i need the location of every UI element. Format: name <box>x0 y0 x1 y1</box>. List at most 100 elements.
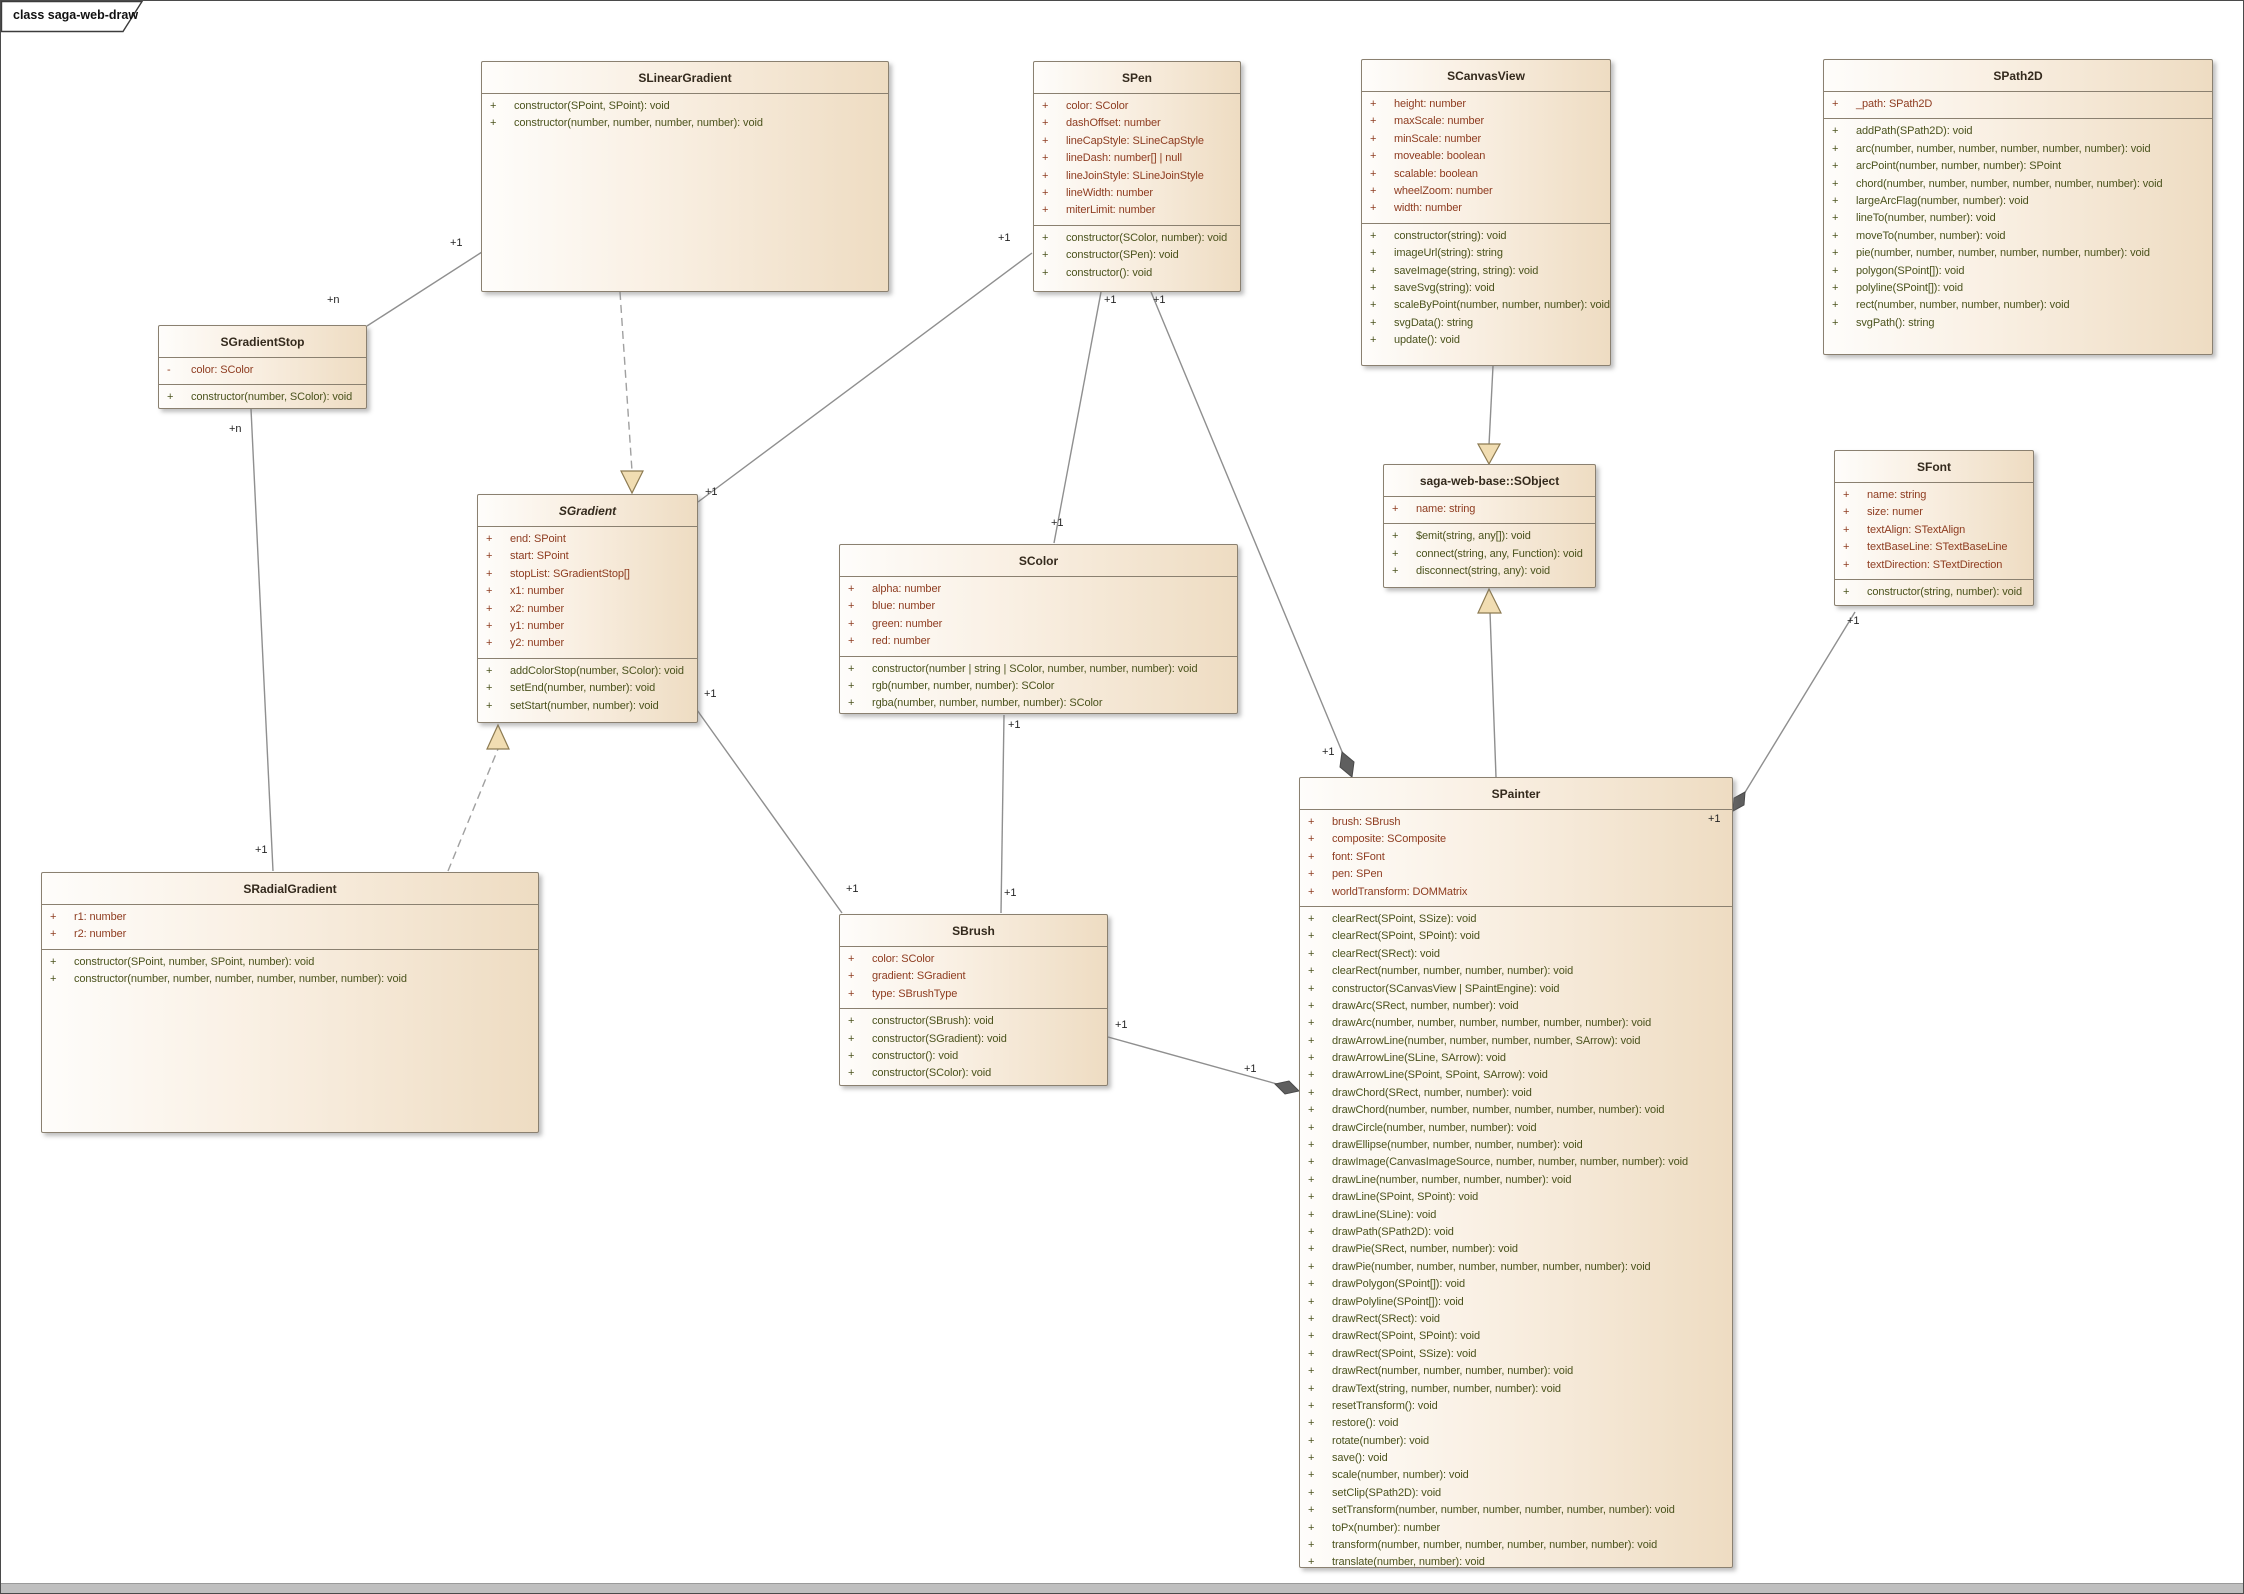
method-row: +transform(number, number, number, numbe… <box>1300 1537 1732 1554</box>
attribute-row: +size: numer <box>1835 504 2033 521</box>
methods-compartment: +clearRect(SPoint, SSize): void+clearRec… <box>1300 907 1732 1568</box>
visibility-sign: + <box>1034 247 1066 264</box>
method-row: +constructor(number, number, number, num… <box>482 115 888 132</box>
attribute-row: +name: string <box>1835 487 2033 504</box>
method-text: drawLine(SLine): void <box>1332 1207 1436 1224</box>
visibility-sign: + <box>1300 1085 1332 1102</box>
method-text: transform(number, number, number, number… <box>1332 1537 1657 1554</box>
method-row: +clearRect(SPoint, SPoint): void <box>1300 928 1732 945</box>
visibility-sign: + <box>1362 166 1394 183</box>
method-text: drawImage(CanvasImageSource, number, num… <box>1332 1154 1688 1171</box>
attribute-row: +lineDash: number[] | null <box>1034 150 1240 167</box>
class-SGradientStop[interactable]: SGradientStop-color: SColor+constructor(… <box>158 325 367 409</box>
method-text: saveImage(string, string): void <box>1394 263 1538 280</box>
visibility-sign: + <box>159 389 191 406</box>
methods-compartment: +constructor(SPoint, number, SPoint, num… <box>42 950 538 1132</box>
visibility-sign: + <box>1300 1328 1332 1345</box>
method-text: drawArc(SRect, number, number): void <box>1332 998 1519 1015</box>
attribute-row: +type: SBrushType <box>840 986 1107 1003</box>
attribute-text: lineWidth: number <box>1066 185 1153 202</box>
visibility-sign: + <box>1362 332 1394 349</box>
method-text: clearRect(number, number, number, number… <box>1332 963 1573 980</box>
generalization-dashed-line <box>620 292 632 471</box>
visibility-sign: + <box>1300 1450 1332 1467</box>
method-row: +save(): void <box>1300 1450 1732 1467</box>
attributes-compartment: +name: string <box>1384 497 1595 524</box>
method-row: +constructor(SPoint, number, SPoint, num… <box>42 954 538 971</box>
method-text: rgb(number, number, number): SColor <box>872 678 1054 695</box>
methods-compartment: +constructor(SBrush): void+constructor(S… <box>840 1009 1107 1086</box>
class-SLinearGradient[interactable]: SLinearGradient+constructor(SPoint, SPoi… <box>481 61 889 292</box>
visibility-sign: + <box>1300 981 1332 998</box>
composition-line <box>1108 1037 1277 1084</box>
visibility-sign: + <box>1300 1015 1332 1032</box>
attribute-row: +moveable: boolean <box>1362 148 1610 165</box>
method-text: drawPie(SRect, number, number): void <box>1332 1241 1518 1258</box>
visibility-sign: + <box>1300 884 1332 901</box>
edge-color-brush <box>1001 715 1004 913</box>
edge-gradient-pen-from-multiplicity: +1 <box>705 486 718 498</box>
method-row: +drawLine(number, number, number, number… <box>1300 1172 1732 1189</box>
edge-stop-radial-to-multiplicity: +1 <box>255 844 268 856</box>
method-text: chord(number, number, number, number, nu… <box>1856 176 2163 193</box>
class-title: SBrush <box>840 915 1107 947</box>
class-SFont[interactable]: SFont+name: string+size: numer+textAlign… <box>1834 450 2034 606</box>
class-SCanvasView[interactable]: SCanvasView+height: number+maxScale: num… <box>1361 59 1611 366</box>
method-row: +drawRect(SPoint, SPoint): void <box>1300 1328 1732 1345</box>
method-text: constructor(SColor, number): void <box>1066 230 1227 247</box>
attribute-text: color: SColor <box>191 362 253 379</box>
visibility-sign: + <box>1300 1363 1332 1380</box>
bottom-scroll-strip[interactable] <box>1 1583 2243 1593</box>
attribute-text: red: number <box>872 633 930 650</box>
methods-compartment: +constructor(SPoint, SPoint): void+const… <box>482 94 888 291</box>
edge-stop-radial <box>251 409 273 871</box>
visibility-sign: + <box>1300 831 1332 848</box>
visibility-sign: + <box>840 951 872 968</box>
attributes-compartment: +color: SColor+gradient: SGradient+type:… <box>840 947 1107 1009</box>
visibility-sign: + <box>840 1013 872 1030</box>
class-SPen[interactable]: SPen+color: SColor+dashOffset: number+li… <box>1033 61 1241 292</box>
method-text: saveSvg(string): void <box>1394 280 1495 297</box>
edge-canvasview-sobject-gen <box>1478 366 1500 464</box>
class-SPainter[interactable]: SPainter+brush: SBrush+composite: SCompo… <box>1299 777 1733 1568</box>
visibility-sign: + <box>840 1031 872 1048</box>
attribute-text: wheelZoom: number <box>1394 183 1493 200</box>
attribute-row: +y2: number <box>478 635 697 652</box>
class-SPath2D[interactable]: SPath2D+_path: SPath2D+addPath(SPath2D):… <box>1823 59 2213 355</box>
attribute-text: composite: SComposite <box>1332 831 1446 848</box>
visibility-sign: + <box>478 601 510 618</box>
attribute-text: pen: SPen <box>1332 866 1382 883</box>
class-title: SGradient <box>478 495 697 527</box>
visibility-sign: + <box>1300 998 1332 1015</box>
visibility-sign: + <box>1034 133 1066 150</box>
class-title: SLinearGradient <box>482 62 888 94</box>
attribute-row: +x1: number <box>478 583 697 600</box>
attributes-compartment: +alpha: number+blue: number+green: numbe… <box>840 577 1237 657</box>
class-SColor[interactable]: SColor+alpha: number+blue: number+green:… <box>839 544 1238 714</box>
class-SObject[interactable]: saga-web-base::SObject+name: string+$emi… <box>1383 464 1596 588</box>
class-SBrush[interactable]: SBrush+color: SColor+gradient: SGradient… <box>839 914 1108 1086</box>
method-text: svgData(): string <box>1394 315 1473 332</box>
method-text: arcPoint(number, number, number): SPoint <box>1856 158 2061 175</box>
method-text: addColorStop(number, SColor): void <box>510 663 684 680</box>
methods-compartment: +addPath(SPath2D): void+arc(number, numb… <box>1824 119 2212 354</box>
attribute-row: +r1: number <box>42 909 538 926</box>
method-text: drawPolyline(SPoint[]): void <box>1332 1294 1464 1311</box>
visibility-sign: + <box>1300 1433 1332 1450</box>
method-text: drawLine(SPoint, SPoint): void <box>1332 1189 1478 1206</box>
visibility-sign: + <box>42 954 74 971</box>
method-text: drawArrowLine(number, number, number, nu… <box>1332 1033 1640 1050</box>
attributes-compartment: -color: SColor <box>159 358 366 385</box>
association-line <box>1001 715 1004 913</box>
method-row: +constructor(number, SColor): void <box>159 389 366 406</box>
class-SGradient[interactable]: SGradient+end: SPoint+start: SPoint+stop… <box>477 494 698 723</box>
edge-stop-radial-from-multiplicity: +n <box>229 423 242 435</box>
visibility-sign: + <box>1300 911 1332 928</box>
visibility-sign: + <box>1824 245 1856 262</box>
class-SRadialGradient[interactable]: SRadialGradient+r1: number+r2: number+co… <box>41 872 539 1133</box>
visibility-sign: + <box>478 663 510 680</box>
method-text: constructor(number, number, number, numb… <box>514 115 763 132</box>
attribute-row: +_path: SPath2D <box>1824 96 2212 113</box>
method-row: +constructor(number | string | SColor, n… <box>840 661 1237 678</box>
method-text: polyline(SPoint[]): void <box>1856 280 1963 297</box>
